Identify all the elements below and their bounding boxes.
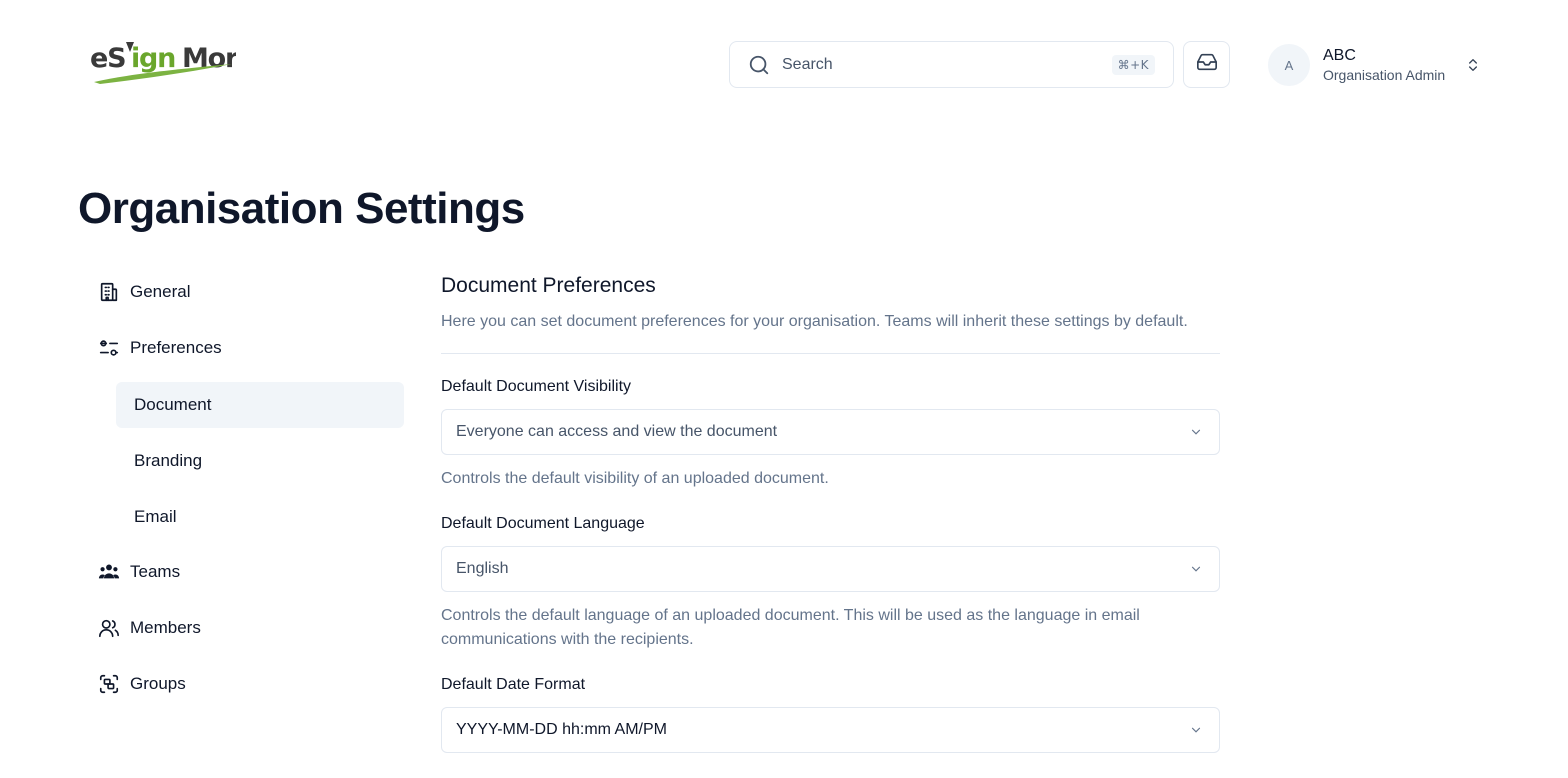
search-shortcut-badge: ⌘+K xyxy=(1111,54,1155,75)
chevron-down-icon xyxy=(1189,561,1205,577)
user-icon xyxy=(97,616,121,640)
svg-text:eS: eS xyxy=(90,43,125,74)
sidebar-item-teams[interactable]: Teams xyxy=(90,550,404,594)
sidebar-item-label: Groups xyxy=(130,674,186,693)
date-format-value: YYYY-MM-DD hh:mm AM/PM xyxy=(456,721,667,738)
avatar: A xyxy=(1268,44,1310,86)
section-description: Here you can set document preferences fo… xyxy=(441,313,1188,330)
sidebar-item-preferences[interactable]: Preferences xyxy=(90,326,404,370)
search-icon xyxy=(748,53,772,77)
profile-text: ABC Organisation Admin xyxy=(1323,46,1465,84)
svg-text:ign: ign xyxy=(131,43,175,74)
sidebar-item-label: Teams xyxy=(130,562,181,581)
language-help: Controls the default language of an uplo… xyxy=(441,607,1140,648)
inbox-button[interactable] xyxy=(1183,41,1230,88)
profile-switcher[interactable]: A ABC Organisation Admin xyxy=(1268,42,1483,88)
language-select[interactable]: English xyxy=(441,546,1220,592)
chevron-up-down-icon xyxy=(1465,56,1483,74)
sidebar-item-document[interactable]: Document xyxy=(116,382,404,428)
sidebar-item-label: Branding xyxy=(134,451,203,470)
sidebar-item-email[interactable]: Email xyxy=(116,494,404,540)
sidebar-item-branding[interactable]: Branding xyxy=(116,438,404,484)
users-icon xyxy=(97,560,121,584)
visibility-help: Controls the default visibility of an up… xyxy=(441,470,829,487)
page-title: Organisation Settings xyxy=(78,184,525,233)
date-format-select[interactable]: YYYY-MM-DD hh:mm AM/PM xyxy=(441,707,1220,753)
building-icon xyxy=(97,280,121,304)
section-title: Document Preferences xyxy=(441,274,656,297)
language-value: English xyxy=(456,560,509,577)
esignmor-logo[interactable]: eS ign Mor xyxy=(90,36,240,86)
date-format-label: Default Date Format xyxy=(441,676,586,693)
sliders-icon xyxy=(97,336,121,360)
document-preferences-panel: Document Preferences Here you can set do… xyxy=(441,270,1220,753)
chevron-down-icon xyxy=(1189,722,1205,738)
chevron-down-icon xyxy=(1189,424,1205,440)
profile-name: ABC xyxy=(1323,47,1356,64)
sidebar-item-label: Email xyxy=(134,507,177,526)
profile-role: Organisation Admin xyxy=(1323,67,1446,83)
visibility-label: Default Document Visibility xyxy=(441,378,632,395)
divider xyxy=(441,353,1220,354)
group-icon xyxy=(97,672,121,696)
sidebar-item-members[interactable]: Members xyxy=(90,606,404,650)
sidebar-item-label: Document xyxy=(134,395,212,414)
top-header: eS ign Mor Search ⌘+K A ABC Organisation… xyxy=(0,0,1568,128)
visibility-value: Everyone can access and view the documen… xyxy=(456,423,778,440)
sidebar-item-groups[interactable]: Groups xyxy=(90,662,404,706)
search-placeholder: Search xyxy=(782,55,833,73)
visibility-select[interactable]: Everyone can access and view the documen… xyxy=(441,409,1220,455)
language-label: Default Document Language xyxy=(441,515,645,532)
sidebar-item-label: Preferences xyxy=(130,338,222,357)
sidebar-item-label: Members xyxy=(130,618,201,637)
search-input[interactable]: Search ⌘+K xyxy=(729,41,1174,88)
inbox-icon xyxy=(1196,51,1218,78)
sidebar-item-general[interactable]: General xyxy=(90,270,404,314)
settings-sidebar: General Preferences Document Branding Em… xyxy=(90,270,404,718)
sidebar-item-label: General xyxy=(130,282,191,301)
